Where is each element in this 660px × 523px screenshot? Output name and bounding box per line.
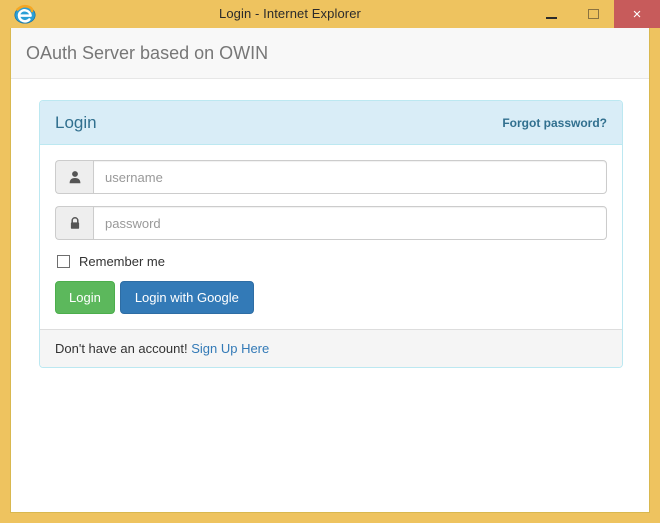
panel-title: Login xyxy=(55,112,97,132)
remember-me-label: Remember me xyxy=(79,254,165,269)
remember-me-checkbox[interactable] xyxy=(57,255,70,268)
remember-me-row[interactable]: Remember me xyxy=(57,254,607,269)
login-button-row: Login Login with Google xyxy=(55,281,607,314)
signup-prompt-text: Don't have an account! xyxy=(55,341,188,356)
minimize-icon xyxy=(545,16,557,19)
close-button[interactable]: × xyxy=(614,0,660,28)
sign-up-link[interactable]: Sign Up Here xyxy=(191,341,269,356)
forgot-password-link[interactable]: Forgot password? xyxy=(502,116,607,130)
minimize-button[interactable] xyxy=(530,0,572,28)
maximize-icon xyxy=(587,9,599,19)
window-controls: × xyxy=(530,0,660,28)
lock-icon xyxy=(55,206,93,240)
login-panel-heading: Login Forgot password? xyxy=(40,101,622,145)
browser-window: Login - Internet Explorer × OAuth Server… xyxy=(0,0,660,523)
internet-explorer-icon xyxy=(14,3,36,25)
site-header: OAuth Server based on OWIN xyxy=(11,28,649,79)
site-brand[interactable]: OAuth Server based on OWIN xyxy=(26,43,268,63)
page-content: OAuth Server based on OWIN Login Forgot … xyxy=(10,28,650,513)
login-button[interactable]: Login xyxy=(55,281,115,314)
username-input-group xyxy=(55,160,607,194)
login-panel: Login Forgot password? username Remember… xyxy=(39,100,623,368)
maximize-button[interactable] xyxy=(572,0,614,28)
password-input-group xyxy=(55,206,607,240)
user-icon xyxy=(55,160,93,194)
password-input[interactable] xyxy=(93,206,607,240)
login-with-google-button[interactable]: Login with Google xyxy=(119,281,254,314)
username-input[interactable] xyxy=(93,160,607,194)
login-panel-footer: Don't have an account! Sign Up Here xyxy=(40,329,622,367)
title-bar[interactable]: Login - Internet Explorer × xyxy=(0,0,660,28)
login-panel-body: Remember me Login Login with Google xyxy=(40,145,622,329)
